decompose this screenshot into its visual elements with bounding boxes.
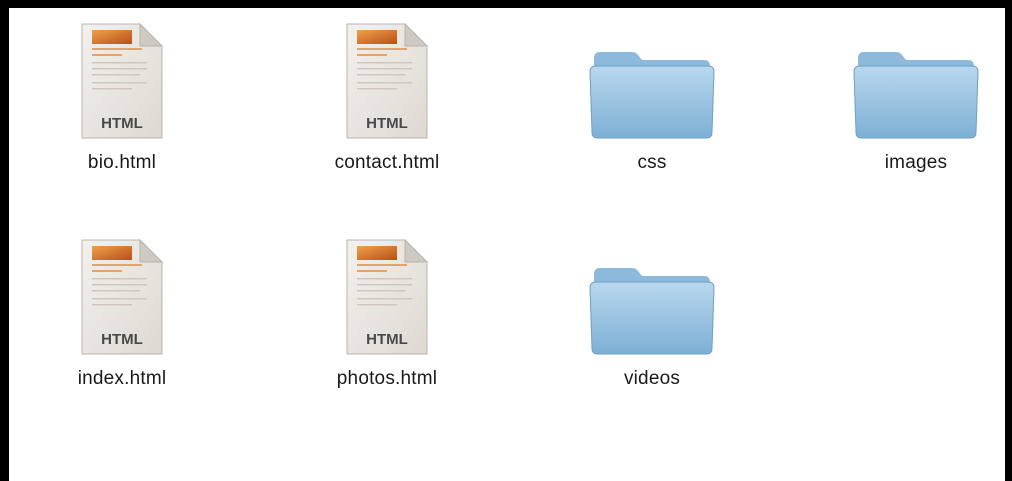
file-name: contact.html xyxy=(334,152,440,173)
folder-name: videos xyxy=(623,368,681,389)
folder-name: images xyxy=(884,152,948,173)
file-item-contact[interactable]: HTML contact.html xyxy=(297,22,477,174)
folder-icon xyxy=(587,238,717,356)
folder-icon xyxy=(851,22,981,140)
folder-name: css xyxy=(637,152,667,173)
file-grid: HTML bio.html HTML contact.html css imag… xyxy=(0,0,1012,481)
html-badge: HTML xyxy=(101,331,143,348)
file-name: photos.html xyxy=(336,368,438,389)
html-file-icon: HTML xyxy=(57,238,187,356)
file-item-photos[interactable]: HTML photos.html xyxy=(297,238,477,390)
folder-icon xyxy=(587,22,717,140)
html-badge: HTML xyxy=(366,331,408,348)
folder-item-videos[interactable]: videos xyxy=(562,238,742,390)
folder-item-images[interactable]: images xyxy=(826,22,1006,174)
file-name: bio.html xyxy=(87,152,157,173)
file-name: index.html xyxy=(77,368,167,389)
folder-item-css[interactable]: css xyxy=(562,22,742,174)
html-badge: HTML xyxy=(101,115,143,132)
file-item-index[interactable]: HTML index.html xyxy=(32,238,212,390)
html-file-icon: HTML xyxy=(57,22,187,140)
html-file-icon: HTML xyxy=(322,22,452,140)
html-file-icon: HTML xyxy=(322,238,452,356)
html-badge: HTML xyxy=(366,115,408,132)
file-item-bio[interactable]: HTML bio.html xyxy=(32,22,212,174)
